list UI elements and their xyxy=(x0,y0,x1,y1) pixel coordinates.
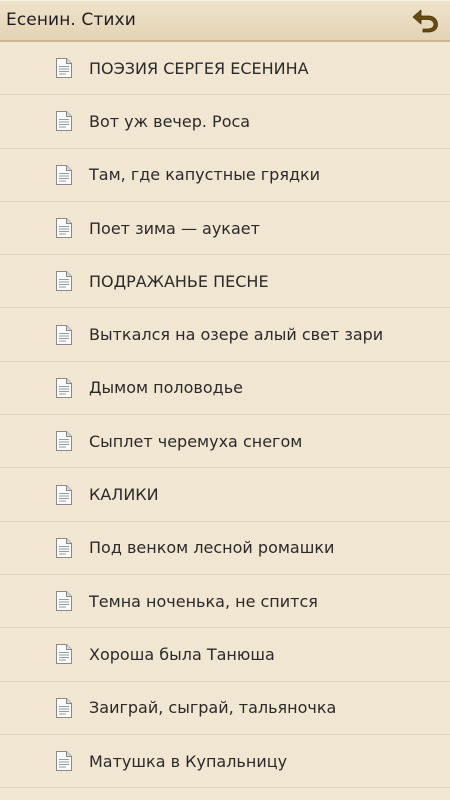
document-icon xyxy=(55,270,73,292)
document-icon xyxy=(55,697,73,719)
list-item[interactable]: КАЛИКИ xyxy=(0,468,450,522)
document-icon xyxy=(55,110,73,132)
list-item-label: КАЛИКИ xyxy=(89,485,159,505)
document-icon xyxy=(55,590,73,612)
list-item-label: Дымом половодье xyxy=(89,378,243,398)
list-item[interactable]: Вот уж вечер. Роса xyxy=(0,95,450,149)
back-arrow-icon xyxy=(412,9,438,33)
document-icon xyxy=(55,377,73,399)
document-icon xyxy=(55,164,73,186)
list-item-label: Сыплет черемуха снегом xyxy=(89,431,303,451)
app-screen: Есенин. Стихи ПОЭЗИЯ СЕРГЕЯ ЕСЕНИНА Вот у… xyxy=(0,0,450,800)
document-icon xyxy=(55,324,73,346)
document-icon xyxy=(55,57,73,79)
back-button[interactable] xyxy=(408,3,442,37)
list-item-label: Поет зима — аукает xyxy=(89,218,260,238)
list-item[interactable]: Под венком лесной ромашки xyxy=(0,522,450,575)
list-item[interactable]: Выткался на озере алый свет зари xyxy=(0,308,450,362)
list-item[interactable]: Заиграй, сыграй, тальяночка xyxy=(0,682,450,735)
document-icon xyxy=(55,484,73,506)
list-item-label: Под венком лесной ромашки xyxy=(89,538,335,558)
list-item-label: ПОДРАЖАНЬЕ ПЕСНЕ xyxy=(89,271,269,291)
list-item-label: Темна ноченька, не спится xyxy=(89,591,318,611)
list-item-label: Вот уж вечер. Роса xyxy=(89,111,251,131)
list-item-label: ПОЭЗИЯ СЕРГЕЯ ЕСЕНИНА xyxy=(89,58,309,78)
list-item-label: Матушка в Купальницу xyxy=(89,751,288,771)
title-bar: Есенин. Стихи xyxy=(0,0,450,42)
list-item-label: Заиграй, сыграй, тальяночка xyxy=(89,698,337,718)
list-item[interactable]: Хороша была Танюша xyxy=(0,628,450,682)
list-item[interactable]: ПОЭЗИЯ СЕРГЕЯ ЕСЕНИНА xyxy=(0,42,450,96)
list-item[interactable]: ПОДРАЖАНЬЕ ПЕСНЕ xyxy=(0,255,450,309)
app-title: Есенин. Стихи xyxy=(6,10,136,30)
list-item-label: Хороша была Танюша xyxy=(89,644,275,664)
poem-list: ПОЭЗИЯ СЕРГЕЯ ЕСЕНИНА Вот уж вечер. Роса Т… xyxy=(0,42,450,789)
list-item[interactable]: Там, где капустные грядки xyxy=(0,149,450,202)
list-item-label: Там, где капустные грядки xyxy=(89,165,321,185)
list-item[interactable]: Матушка в Купальницу xyxy=(0,735,450,789)
document-icon xyxy=(55,430,73,452)
list-item-label: Выткался на озере алый свет зари xyxy=(89,325,384,345)
document-icon xyxy=(55,750,73,772)
list-item[interactable]: Дымом половодье xyxy=(0,362,450,416)
list-item[interactable]: Темна ноченька, не спится xyxy=(0,575,450,629)
document-icon xyxy=(55,217,73,239)
list-item[interactable]: Сыплет черемуха снегом xyxy=(0,415,450,469)
document-icon xyxy=(55,643,73,665)
document-icon xyxy=(55,537,73,559)
list-item[interactable]: Поет зима — аукает xyxy=(0,202,450,256)
